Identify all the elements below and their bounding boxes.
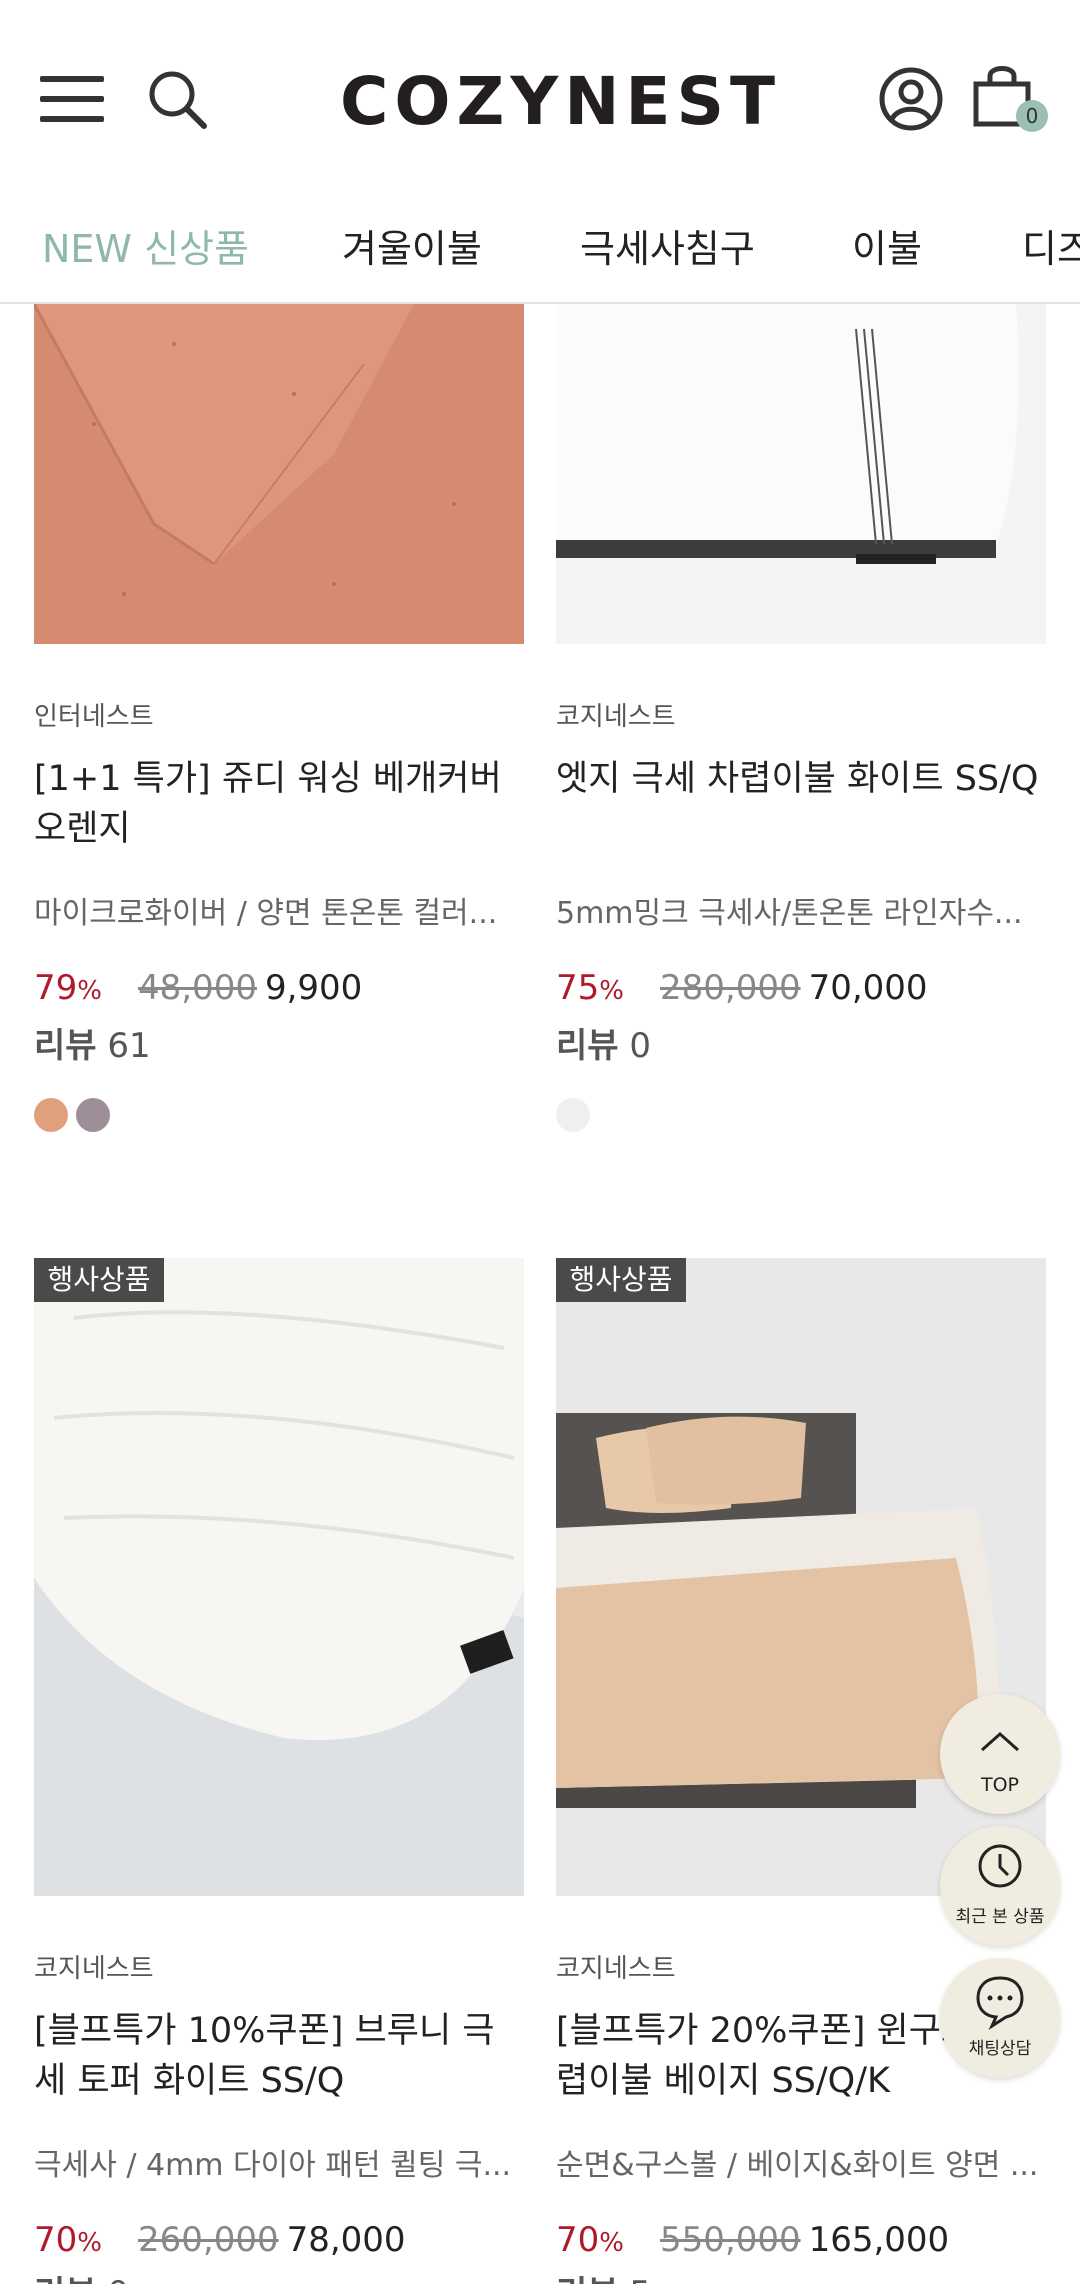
sale-price: 78,000 [286, 2220, 406, 2260]
product-card[interactable]: 인터네스트 [1+1 특가] 쥬디 워싱 베개커버 오렌지 마이크로화이버 / … [34, 304, 524, 1164]
cart-count-badge: 0 [1016, 100, 1048, 132]
tab-winter-duvet[interactable]: 겨울이불 [342, 226, 482, 272]
product-brand: 코지네스트 [34, 1954, 154, 1984]
product-card[interactable]: 코지네스트 엣지 극세 차렵이불 화이트 SS/Q 5mm밍크 극세사/톤온톤 … [556, 304, 1046, 1164]
tab-microfiber-bedding[interactable]: 극세사침구 [580, 226, 755, 272]
discount-rate: 79% [34, 968, 102, 1008]
menu-icon[interactable] [40, 74, 106, 124]
chevron-up-icon [981, 1731, 1019, 1752]
product-description: 5mm밍크 극세사/톤온톤 라인자수... [556, 896, 1023, 931]
clock-icon [978, 1844, 1022, 1888]
recent-viewed-label: 최근 본 상품 [955, 1907, 1045, 1927]
scroll-top-button[interactable]: TOP [940, 1694, 1060, 1814]
sale-price: 165,000 [808, 2220, 950, 2260]
original-price: 48,000 [137, 968, 257, 1008]
scroll-top-label: TOP [980, 1774, 1020, 1796]
original-price: 260,000 [137, 2220, 279, 2260]
chat-bubble-icon [976, 1976, 1024, 2030]
chat-consult-button[interactable]: 채팅상담 [940, 1958, 1060, 2078]
tab-new[interactable]: NEW 신상품 [42, 226, 249, 272]
user-account-icon[interactable] [878, 66, 944, 132]
product-image[interactable]: 행사상품 [34, 1258, 524, 1896]
recent-viewed-button[interactable]: 최근 본 상품 [940, 1826, 1060, 1946]
product-brand: 인터네스트 [34, 702, 154, 732]
price-row: 70% 550,000 165,000 [556, 2220, 949, 2263]
product-brand: 코지네스트 [556, 1954, 676, 1984]
product-brand: 코지네스트 [556, 702, 676, 732]
search-icon[interactable] [146, 68, 210, 132]
tab-duvet[interactable]: 이불 [852, 226, 922, 272]
review-count: 리뷰 5 [556, 2266, 651, 2284]
product-title[interactable]: 엣지 극세 차렵이불 화이트 SS/Q [556, 754, 1046, 804]
color-swatch[interactable] [76, 1098, 110, 1132]
review-count: 리뷰 0 [556, 1026, 652, 1066]
review-count: 리뷰 0 [34, 2266, 129, 2284]
product-image[interactable] [556, 304, 1046, 644]
tab-design[interactable]: 디즈 [1022, 226, 1080, 272]
brand-logo[interactable]: COZYNEST [340, 62, 775, 142]
sale-price: 70,000 [808, 968, 928, 1008]
chat-consult-label: 채팅상담 [968, 2039, 1032, 2059]
price-row: 70% 260,000 78,000 [34, 2220, 406, 2263]
app-header: COZYNEST 0 [0, 0, 1080, 190]
color-swatch[interactable] [556, 1098, 590, 1132]
color-swatch[interactable] [34, 1098, 68, 1132]
product-description: 순면&구스볼 / 베이지&화이트 양면 ... [556, 2148, 1039, 2183]
event-badge: 행사상품 [556, 1258, 686, 1302]
discount-rate: 75% [556, 968, 624, 1008]
product-description: 마이크로화이버 / 양면 톤온톤 컬러... [34, 896, 498, 931]
product-description: 극세사 / 4mm 다이아 패턴 퀼팅 극... [34, 2148, 512, 2183]
discount-rate: 70% [556, 2220, 624, 2260]
sale-price: 9,900 [264, 968, 363, 1008]
original-price: 550,000 [659, 2220, 801, 2260]
category-tabs: NEW 신상품 겨울이불 극세사침구 이불 디즈 [0, 190, 1080, 304]
product-title[interactable]: [블프특가 10%쿠폰] 브루니 극세 토퍼 화이트 SS/Q [34, 2006, 524, 2106]
original-price: 280,000 [659, 968, 801, 1008]
price-row: 75% 280,000 70,000 [556, 968, 928, 1011]
product-title[interactable]: [1+1 특가] 쥬디 워싱 베개커버 오렌지 [34, 754, 524, 854]
discount-rate: 70% [34, 2220, 102, 2260]
product-image[interactable] [34, 304, 524, 644]
product-card[interactable]: 행사상품 코지네스트 [블프특가 10%쿠폰] 브루니 극세 토퍼 화이트 SS… [34, 1258, 524, 2284]
event-badge: 행사상품 [34, 1258, 164, 1302]
review-count: 리뷰 61 [34, 1026, 151, 1066]
price-row: 79% 48,000 9,900 [34, 968, 362, 1011]
